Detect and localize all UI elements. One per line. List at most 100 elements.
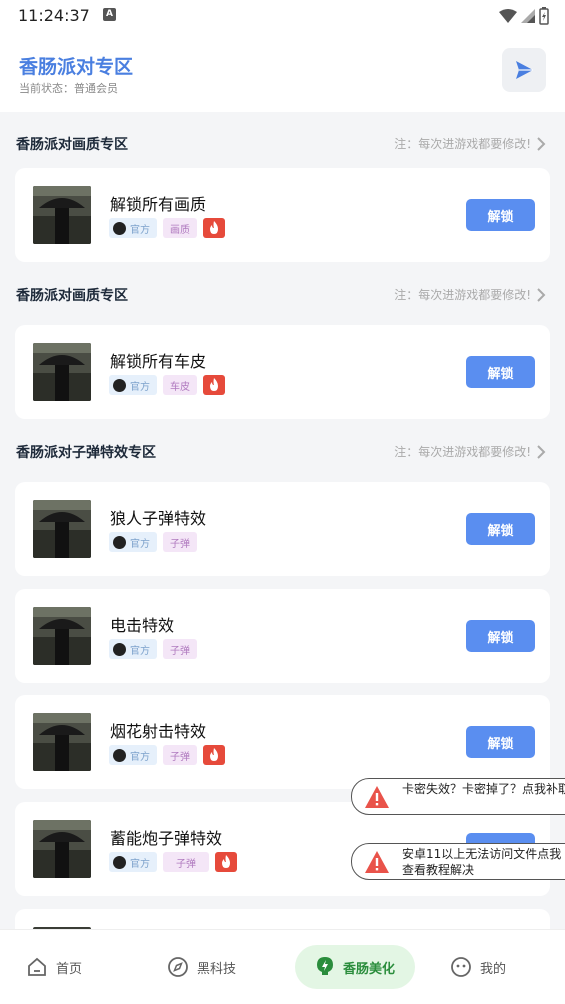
item-thumbnail — [33, 607, 91, 665]
item-title: 烟花射击特效 — [110, 722, 207, 741]
item-thumbnail — [33, 713, 91, 771]
list-item: 狼人子弹特效 官方 子弹 解锁 — [15, 482, 550, 576]
signal-icon — [521, 9, 535, 23]
nav-item-home[interactable]: 首页 — [26, 945, 82, 989]
item-title: 解锁所有画质 — [110, 195, 207, 214]
wifi-icon — [499, 9, 517, 23]
status-time: 11:24:37 — [18, 6, 90, 25]
official-tag-label: 官方 — [130, 751, 150, 763]
unlock-button[interactable]: 解锁 — [466, 199, 535, 231]
section-note: 注：每次进游戏都要修改! — [394, 445, 531, 459]
section-header-quality[interactable]: 香肠派对画质专区 注：每次进游戏都要修改! — [16, 134, 549, 158]
section-title: 香肠派对子弹特效专区 — [16, 445, 156, 461]
battery-icon — [539, 7, 549, 25]
item-tags: 官方 子弹 — [109, 532, 197, 552]
nav-label: 我的 — [480, 961, 507, 977]
unlock-button[interactable]: 解锁 — [466, 513, 535, 545]
unlock-button[interactable]: 解锁 — [466, 726, 535, 758]
item-title: 解锁所有车皮 — [110, 352, 207, 371]
unlock-button[interactable]: 解锁 — [466, 620, 535, 652]
chevron-right-icon — [537, 445, 546, 459]
item-tags: 官方 子弹 — [109, 745, 225, 765]
category-tag: 车皮 — [163, 375, 197, 395]
official-tag: 官方 — [109, 218, 157, 238]
official-tag-label: 官方 — [130, 858, 150, 870]
item-title: 蓄能炮子弹特效 — [110, 829, 223, 848]
item-title: 狼人子弹特效 — [110, 509, 207, 528]
face-icon — [451, 957, 471, 977]
section-title: 香肠派对画质专区 — [16, 137, 128, 153]
item-thumbnail — [33, 343, 91, 401]
category-tag: 子弹 — [163, 852, 209, 872]
member-status: 当前状态：普通会员 — [19, 82, 118, 95]
item-tags: 官方 车皮 — [109, 375, 225, 395]
official-tag-label: 官方 — [130, 381, 150, 393]
section-header-skins[interactable]: 香肠派对画质专区 注：每次进游戏都要修改! — [16, 285, 549, 309]
official-tag-label: 官方 — [130, 224, 150, 236]
official-avatar-icon — [113, 855, 126, 869]
official-tag: 官方 — [109, 532, 157, 552]
official-tag: 官方 — [109, 375, 157, 395]
nav-label: 首页 — [56, 961, 83, 977]
bolt-icon — [317, 957, 333, 975]
list-item: 电击特效 官方 子弹 解锁 — [15, 589, 550, 683]
status-bar: 11:24:37 A — [0, 0, 565, 32]
official-tag-label: 官方 — [130, 645, 150, 657]
official-tag: 官方 — [109, 639, 157, 659]
hot-fire-icon — [215, 852, 237, 872]
official-tag-label: 官方 — [130, 538, 150, 550]
item-thumbnail — [33, 500, 91, 558]
item-thumbnail — [33, 186, 91, 244]
play-button[interactable] — [502, 48, 546, 92]
list-item: 解锁所有车皮 官方 车皮 解锁 — [15, 325, 550, 419]
item-title: 电击特效 — [110, 616, 175, 635]
section-header-bullets[interactable]: 香肠派对子弹特效专区 注：每次进游戏都要修改! — [16, 442, 549, 466]
list-item — [15, 909, 550, 929]
list-item: 烟花射击特效 官方 子弹 解锁 — [15, 695, 550, 789]
page-title: 香肠派对专区 — [19, 56, 134, 78]
official-avatar-icon — [113, 378, 126, 392]
item-thumbnail — [33, 820, 91, 878]
official-avatar-icon — [113, 642, 126, 656]
unlock-button[interactable]: 解锁 — [466, 356, 535, 388]
nav-label: 香肠美化 — [343, 961, 396, 977]
app-header: 香肠派对专区 当前状态：普通会员 — [0, 32, 565, 112]
status-icons — [499, 6, 549, 26]
warning-icon — [365, 786, 389, 808]
item-tags: 官方 画质 — [109, 218, 225, 238]
list-item: 解锁所有画质 官方 画质 解锁 — [15, 168, 550, 262]
chevron-right-icon — [537, 288, 546, 302]
official-tag: 官方 — [109, 745, 157, 765]
category-tag: 子弹 — [163, 639, 197, 659]
nav-item-tech[interactable]: 黑科技 — [167, 945, 236, 989]
section-note: 注：每次进游戏都要修改! — [394, 137, 531, 151]
chevron-right-icon — [537, 137, 546, 151]
category-tag: 画质 — [163, 218, 197, 238]
section-title: 香肠派对画质专区 — [16, 288, 128, 304]
app-notification-icon: A — [103, 8, 116, 21]
nav-item-beautify[interactable]: 香肠美化 — [295, 945, 416, 989]
toast-text: 安卓11以上无法访问文件点我查看教程解决 — [402, 847, 562, 877]
official-tag: 官方 — [109, 852, 157, 872]
hot-fire-icon — [203, 218, 225, 238]
nav-label: 黑科技 — [197, 961, 237, 977]
warning-icon — [365, 851, 389, 873]
toast-text: 卡密失效？卡密掉了？点我补取 — [402, 782, 565, 796]
official-avatar-icon — [113, 748, 126, 762]
toast-card-key-refill[interactable]: 卡密失效？卡密掉了？点我补取 — [351, 778, 565, 815]
item-tags: 官方 子弹 — [109, 639, 197, 659]
home-icon — [28, 957, 46, 976]
compass-icon — [168, 957, 188, 977]
toast-android11-help[interactable]: 安卓11以上无法访问文件点我查看教程解决 — [351, 843, 565, 880]
bottom-nav: 首页 黑科技 香肠美化 我的 — [0, 929, 565, 1004]
section-note: 注：每次进游戏都要修改! — [394, 288, 531, 302]
hot-fire-icon — [203, 375, 225, 395]
official-avatar-icon — [113, 535, 126, 549]
category-tag: 子弹 — [163, 532, 197, 552]
official-avatar-icon — [113, 221, 126, 235]
hot-fire-icon — [203, 745, 225, 765]
nav-item-mine[interactable]: 我的 — [450, 945, 506, 989]
play-icon — [516, 61, 533, 79]
category-tag: 子弹 — [163, 745, 197, 765]
item-tags: 官方 子弹 — [109, 852, 237, 872]
